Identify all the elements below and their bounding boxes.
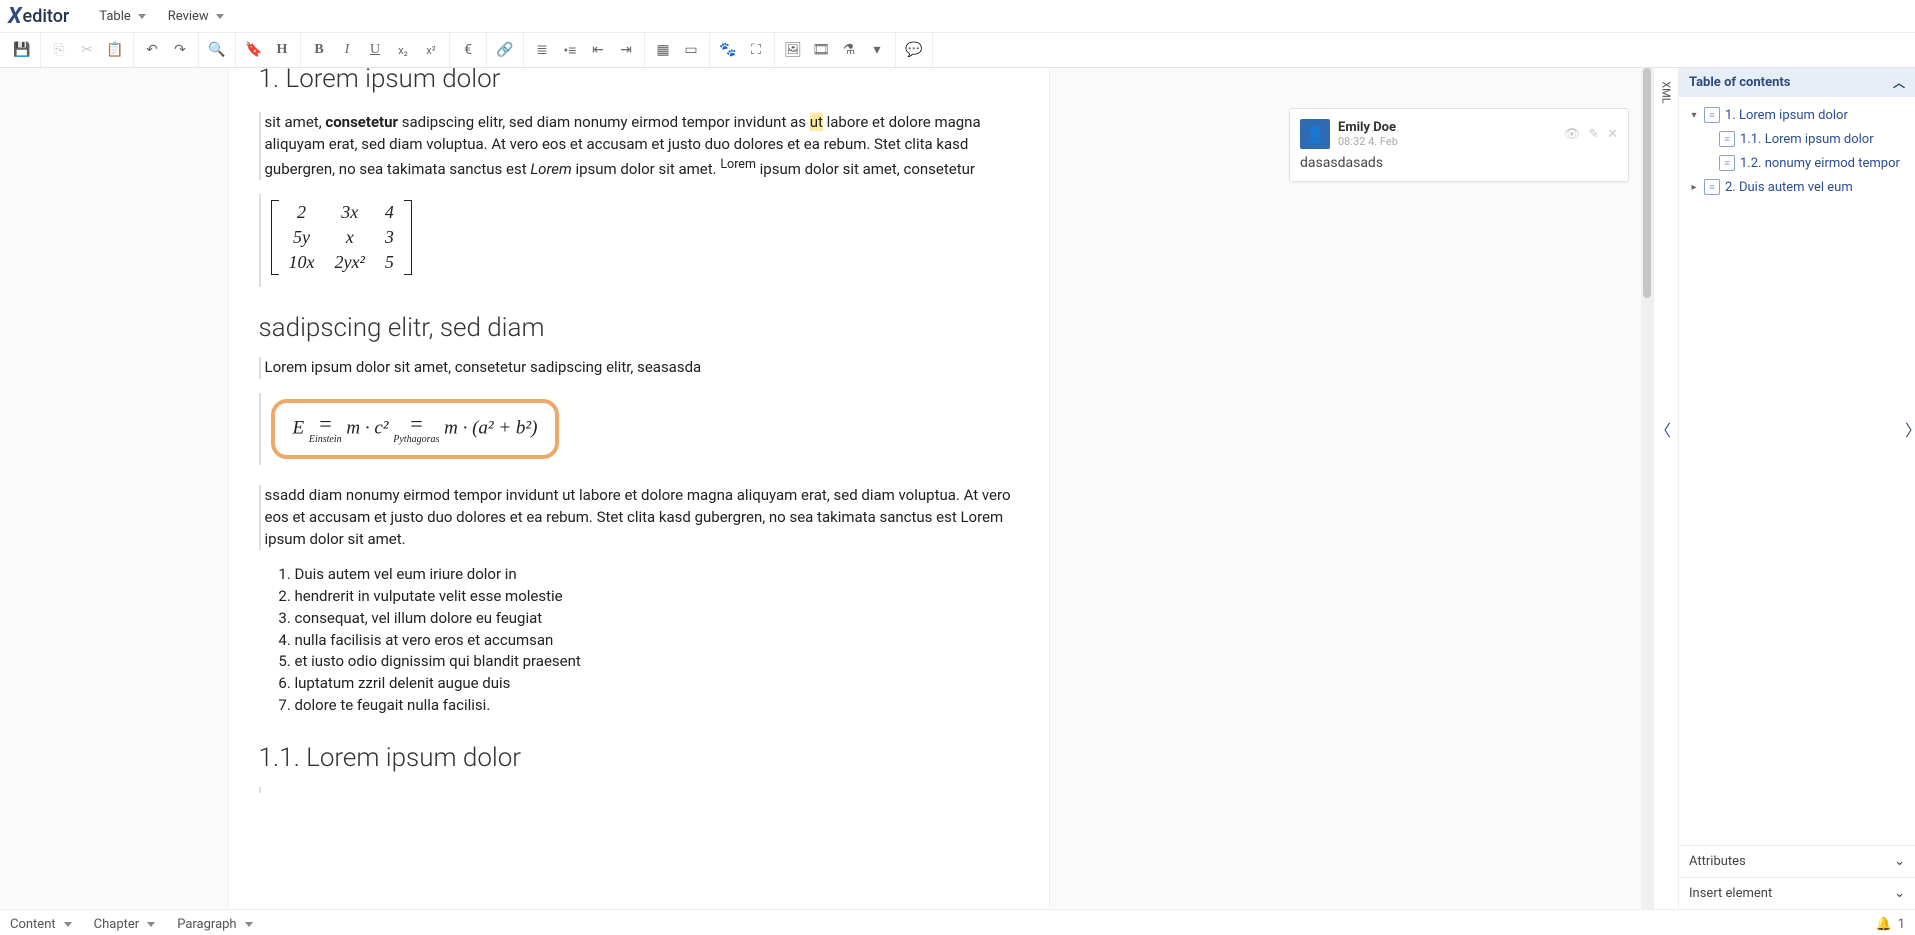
- chevron-down-icon[interactable]: ▾: [1689, 110, 1699, 121]
- status-bar: Content Chapter Paragraph 🔔 1: [0, 909, 1915, 935]
- symbol-button[interactable]: €: [454, 36, 482, 64]
- undo-button[interactable]: ↶: [138, 36, 166, 64]
- list-item[interactable]: luptatum zzril delenit augue duis: [295, 673, 1019, 695]
- panel-right-arrow-icon[interactable]: 〉: [1905, 417, 1915, 441]
- comment-author: Emily Doe: [1338, 120, 1398, 135]
- redo-button[interactable]: ↷: [166, 36, 194, 64]
- paste-button[interactable]: 📋: [101, 36, 129, 64]
- formula-button[interactable]: ⚗: [835, 36, 863, 64]
- comment-body: dasasdasads: [1300, 155, 1618, 171]
- toc-item[interactable]: ▾ ≡ 1. Lorem ipsum dolor: [1681, 103, 1913, 127]
- avatar-icon: 👤: [1300, 119, 1330, 149]
- list-item[interactable]: dolore te feugait nulla facilisi.: [295, 695, 1019, 717]
- toc-item[interactable]: ≡ 1.1. Lorem ipsum dolor: [1681, 127, 1913, 151]
- list-item[interactable]: consequat, vel illum dolore eu feugiat: [295, 608, 1019, 630]
- toc-tree: ▾ ≡ 1. Lorem ipsum dolor ≡ 1.1. Lorem ip…: [1679, 97, 1915, 845]
- image-button[interactable]: 🖼: [779, 36, 807, 64]
- list-item[interactable]: nulla facilisis at vero eros et accumsan: [295, 630, 1019, 652]
- list-item[interactable]: et iusto odio dignissim qui blandit prae…: [295, 651, 1019, 673]
- breadcrumb-paragraph[interactable]: Paragraph: [177, 917, 252, 932]
- paragraph-1[interactable]: sit amet, consetetur sadipscing elitr, s…: [259, 112, 1019, 180]
- highlighted-text[interactable]: ut: [810, 113, 823, 131]
- copy-button[interactable]: ⎘: [45, 36, 73, 64]
- comment-close-icon[interactable]: ✕: [1607, 127, 1618, 142]
- list-item[interactable]: Duis autem vel eum iriure dolor in: [295, 564, 1019, 586]
- bold-button[interactable]: B: [305, 36, 333, 64]
- comment-view-icon[interactable]: 👁: [1564, 127, 1581, 142]
- comment-timestamp: 08:32 4. Feb: [1338, 135, 1398, 148]
- list-item[interactable]: hendrerit in vulputate velit esse molest…: [295, 586, 1019, 608]
- document-page[interactable]: 1. Lorem ipsum dolor sit amet, consetetu…: [228, 68, 1050, 909]
- heading-button[interactable]: H: [268, 36, 296, 64]
- attributes-panel[interactable]: Attributes ⌄: [1679, 845, 1915, 877]
- insert-element-panel[interactable]: Insert element ⌄: [1679, 877, 1915, 909]
- matrix-block[interactable]: 23x4 5yx3 10x2yx²5: [259, 194, 1019, 287]
- link-button[interactable]: 🔗: [491, 36, 519, 64]
- toc-item[interactable]: ▸ ≡ 2. Duis autem vel eum: [1681, 175, 1913, 199]
- xml-tab-label: XML: [1660, 81, 1673, 103]
- chevron-down-icon[interactable]: ⌄: [1894, 886, 1905, 901]
- app-logo: Xeditor: [8, 4, 69, 29]
- superscript-button[interactable]: x²: [417, 36, 445, 64]
- chevron-down-icon[interactable]: ⌄: [1894, 854, 1905, 869]
- paw-button[interactable]: 🐾: [714, 36, 742, 64]
- menu-review[interactable]: Review: [168, 9, 224, 24]
- right-panel: Table of contents ︿ ▾ ≡ 1. Lorem ipsum d…: [1678, 68, 1915, 909]
- underline-button[interactable]: U: [361, 36, 389, 64]
- video-button[interactable]: 🎞: [807, 36, 835, 64]
- notification-count: 1: [1898, 917, 1905, 932]
- breadcrumb-content[interactable]: Content: [10, 917, 72, 932]
- outdent-button[interactable]: ⇤: [584, 36, 612, 64]
- paragraph-2[interactable]: Lorem ipsum dolor sit amet, consetetur s…: [259, 357, 1019, 379]
- indent-button[interactable]: ⇥: [612, 36, 640, 64]
- italic-button[interactable]: I: [333, 36, 361, 64]
- more-insert-button[interactable]: ▾: [863, 36, 891, 64]
- scroll-thumb[interactable]: [1643, 68, 1651, 298]
- comment-button[interactable]: 💬: [900, 36, 928, 64]
- save-button[interactable]: 💾: [8, 36, 36, 64]
- toc-item[interactable]: ≡ 1.2. nonumy eirmod tempor: [1681, 151, 1913, 175]
- subscript-button[interactable]: x₂: [389, 36, 417, 64]
- ordered-list[interactable]: Duis autem vel eum iriure dolor in hendr…: [277, 564, 1019, 716]
- scrollbar[interactable]: [1641, 68, 1653, 909]
- doc-icon: ≡: [1704, 107, 1720, 123]
- toc-header[interactable]: Table of contents ︿: [1679, 68, 1915, 97]
- paragraph-empty[interactable]: [259, 787, 1019, 793]
- doc-icon: ≡: [1719, 131, 1735, 147]
- doc-icon: ≡: [1719, 155, 1735, 171]
- unordered-list-button[interactable]: •≡: [556, 36, 584, 64]
- xml-tab[interactable]: XML: [1653, 68, 1678, 909]
- formula-block[interactable]: E =Einstein m · c² =Pythagoras m · (a² +…: [259, 393, 1019, 465]
- ordered-list-button[interactable]: ≣: [528, 36, 556, 64]
- heading-1-1[interactable]: 1.1. Lorem ipsum dolor: [259, 743, 1019, 773]
- heading-2[interactable]: sadipscing elitr, sed diam: [259, 313, 1019, 343]
- collapse-icon[interactable]: ︿: [1893, 74, 1905, 91]
- cut-button[interactable]: ✂: [73, 36, 101, 64]
- fullscreen-button[interactable]: ⛶: [742, 36, 770, 64]
- paragraph-3[interactable]: ssadd diam nonumy eirmod tempor invidunt…: [259, 485, 1019, 550]
- comments-column: 👤 Emily Doe 08:32 4. Feb 👁 ✎ ✕ dasasdasa…: [1277, 68, 1641, 909]
- heading-1[interactable]: 1. Lorem ipsum dolor: [259, 68, 1019, 94]
- doc-icon: ≡: [1704, 179, 1720, 195]
- search-button[interactable]: 🔍: [203, 36, 231, 64]
- menu-table[interactable]: Table: [99, 9, 145, 24]
- editor-area[interactable]: 1. Lorem ipsum dolor sit amet, consetetu…: [0, 68, 1641, 909]
- comment-edit-icon[interactable]: ✎: [1588, 127, 1599, 142]
- table-button[interactable]: ▦: [649, 36, 677, 64]
- toolbar: 💾 ⎘ ✂ 📋 ↶ ↷ 🔍 🔖 H B I U x₂ x² € 🔗 ≣ •≡ ⇤…: [0, 33, 1915, 68]
- toc-title: Table of contents: [1689, 75, 1790, 90]
- bell-icon[interactable]: 🔔: [1876, 917, 1892, 932]
- bookmark-button[interactable]: 🔖: [240, 36, 268, 64]
- breadcrumb-chapter[interactable]: Chapter: [94, 917, 156, 932]
- highlighted-formula[interactable]: E =Einstein m · c² =Pythagoras m · (a² +…: [271, 399, 560, 459]
- panel-left-arrow-icon[interactable]: 〈: [1655, 417, 1671, 441]
- logo-x-icon: X: [8, 4, 22, 29]
- object-button[interactable]: ▭: [677, 36, 705, 64]
- chevron-right-icon[interactable]: ▸: [1689, 182, 1699, 193]
- comment-card[interactable]: 👤 Emily Doe 08:32 4. Feb 👁 ✎ ✕ dasasdasa…: [1289, 108, 1629, 182]
